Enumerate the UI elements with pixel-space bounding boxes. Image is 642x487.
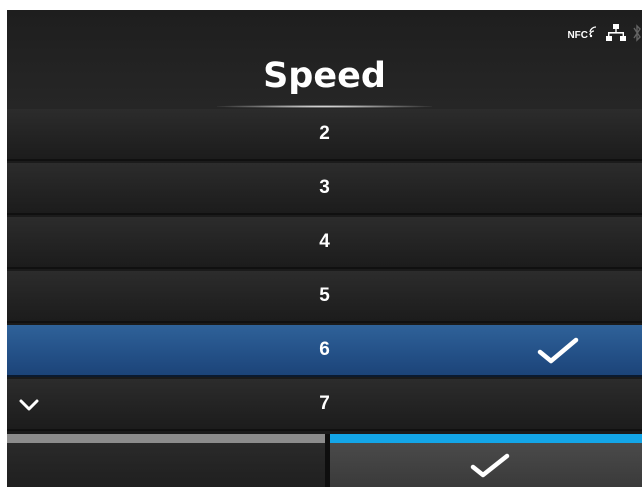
list-item-label: 3 bbox=[319, 177, 330, 198]
page-title: Speed bbox=[263, 56, 386, 96]
right-button-indicator bbox=[330, 434, 642, 443]
list-item-label: 7 bbox=[319, 393, 330, 414]
list-item-7[interactable]: 7 bbox=[7, 379, 642, 431]
list-item-5[interactable]: 5 bbox=[7, 271, 642, 323]
status-icons: NFC bbox=[567, 20, 642, 50]
list-item-label: 5 bbox=[319, 285, 330, 306]
list-item-4[interactable]: 4 bbox=[7, 217, 642, 269]
title-underline bbox=[217, 105, 432, 108]
checkmark-icon bbox=[470, 453, 510, 483]
printer-screen: NFC Speed 2 3 4 5 6 7 bbox=[7, 10, 642, 487]
left-soft-button[interactable] bbox=[7, 443, 325, 487]
checkmark-icon bbox=[537, 337, 579, 369]
list-item-3[interactable]: 3 bbox=[7, 163, 642, 215]
nfc-icon: NFC bbox=[567, 26, 599, 41]
list-item-label: 4 bbox=[319, 231, 330, 252]
wired-lan-icon bbox=[605, 23, 627, 47]
list-item-6-selected[interactable]: 6 bbox=[7, 325, 642, 377]
list-item-2[interactable]: 2 bbox=[7, 109, 642, 161]
bluetooth-icon bbox=[633, 23, 642, 47]
nfc-label: NFC bbox=[567, 29, 588, 41]
header: NFC Speed bbox=[7, 10, 642, 109]
list-item-label: 2 bbox=[319, 123, 330, 144]
left-button-indicator bbox=[7, 434, 325, 443]
confirm-button[interactable] bbox=[330, 443, 642, 487]
